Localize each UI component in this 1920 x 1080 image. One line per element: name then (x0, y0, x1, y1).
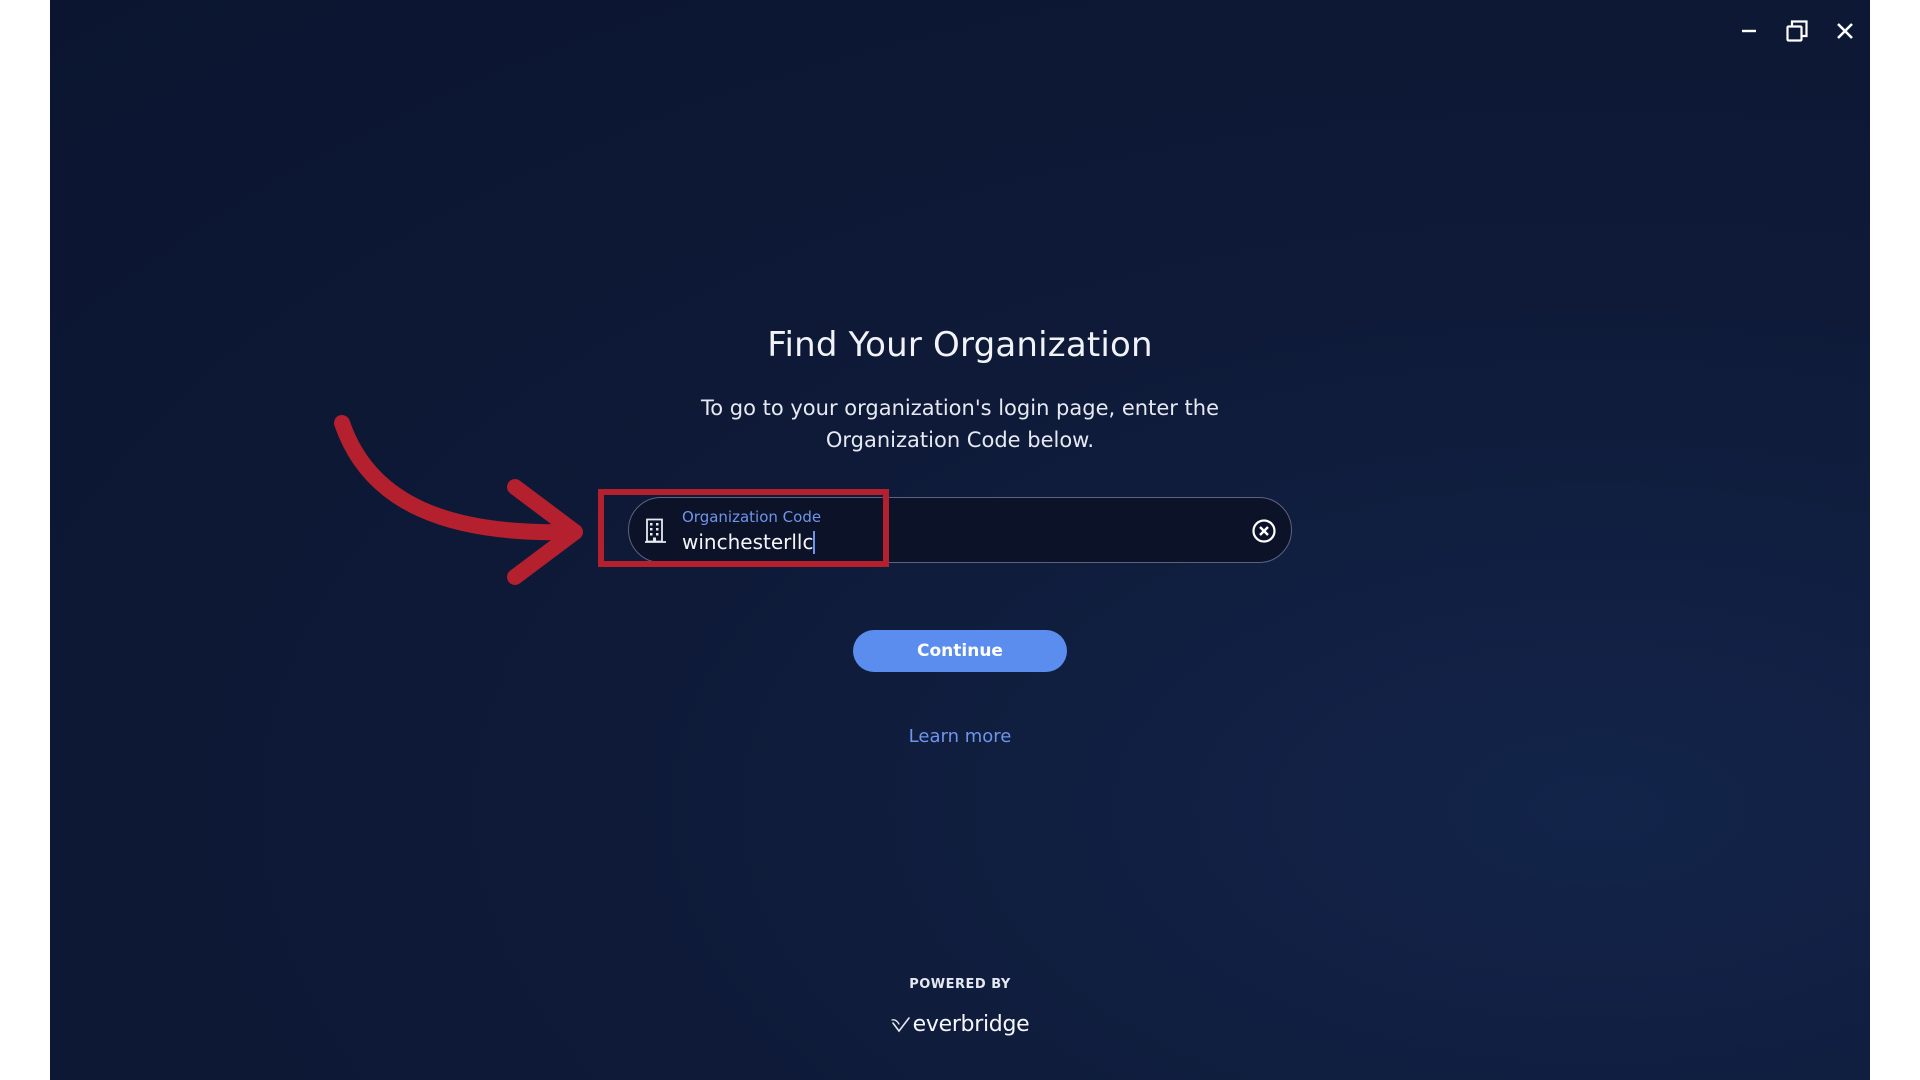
annotation-arrow-icon (334, 415, 583, 585)
continue-button[interactable]: Continue (853, 630, 1067, 672)
restore-icon (1786, 20, 1808, 42)
building-icon (645, 518, 666, 543)
restore-button[interactable] (1780, 14, 1814, 48)
minimize-button[interactable] (1732, 14, 1766, 48)
close-button[interactable] (1828, 14, 1862, 48)
organization-code-input[interactable] (682, 528, 1202, 556)
everbridge-logo-icon (890, 1016, 910, 1032)
window-controls (1732, 14, 1862, 48)
close-icon (1837, 23, 1853, 39)
brand-name: everbridge (912, 1012, 1030, 1037)
page-title: Find Your Organization (767, 325, 1153, 365)
organization-code-field[interactable]: Organization Code (628, 497, 1292, 563)
text-caret (813, 531, 815, 554)
minimize-icon (1742, 29, 1756, 33)
clear-circle-icon[interactable] (1251, 518, 1277, 544)
app-window: Find Your Organization To go to your org… (50, 0, 1870, 1080)
learn-more-link[interactable]: Learn more (50, 726, 1870, 747)
powered-by-label: POWERED BY (909, 977, 1011, 992)
page-subtitle: To go to your organization's login page,… (700, 396, 1220, 452)
organization-code-label: Organization Code (682, 508, 822, 526)
brand-logo: everbridge (50, 1012, 1870, 1037)
